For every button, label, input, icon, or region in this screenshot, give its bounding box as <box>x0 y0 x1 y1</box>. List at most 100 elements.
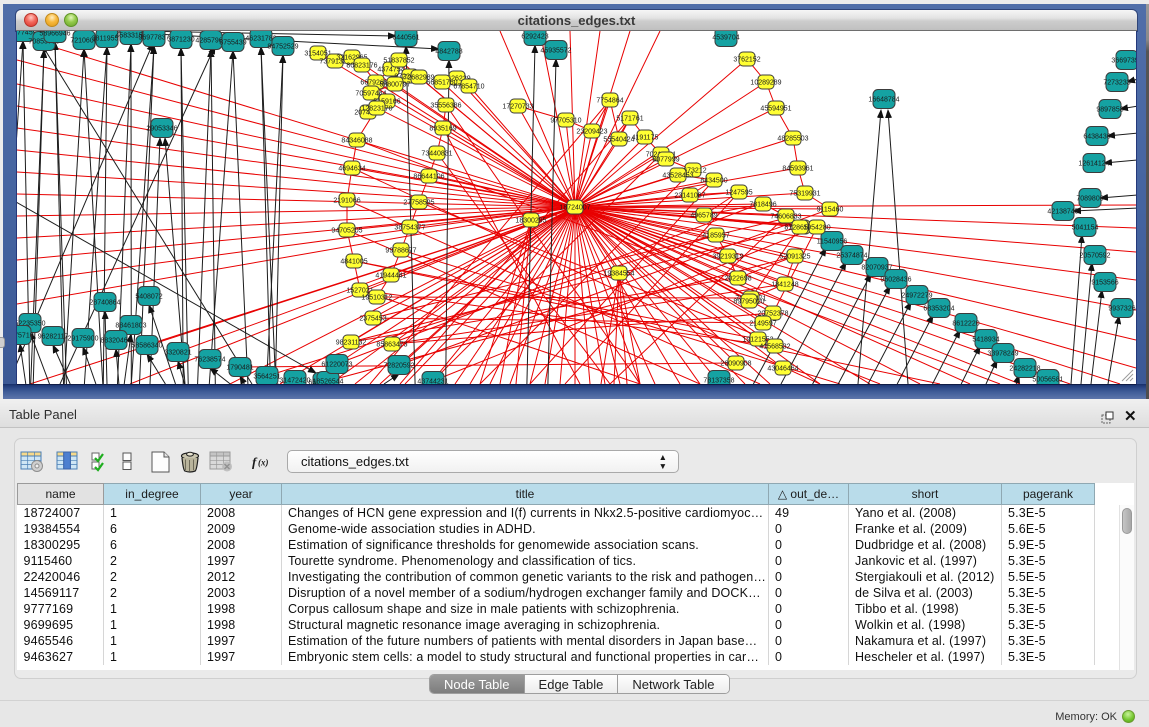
svg-text:74606833: 74606833 <box>770 214 801 221</box>
svg-text:43046464: 43046464 <box>767 366 798 373</box>
svg-text:85863473: 85863473 <box>376 342 407 349</box>
svg-text:29175900: 29175900 <box>67 336 98 343</box>
svg-text:68800797: 68800797 <box>379 82 410 89</box>
svg-text:23209423: 23209423 <box>576 129 607 136</box>
svg-text:23141087: 23141087 <box>674 193 705 200</box>
svg-text:43744231: 43744231 <box>417 379 448 385</box>
svg-text:45594951: 45594951 <box>760 106 791 113</box>
svg-text:31472420: 31472420 <box>279 378 310 385</box>
svg-text:4539704: 4539704 <box>712 35 739 42</box>
svg-text:98231132: 98231132 <box>336 340 367 347</box>
svg-text:8612220: 8612220 <box>952 321 979 328</box>
svg-text:8077999: 8077999 <box>652 157 679 164</box>
svg-text:96028436: 96028436 <box>880 277 911 284</box>
svg-text:16648784: 16648784 <box>868 97 899 104</box>
svg-text:86644106: 86644106 <box>413 174 444 181</box>
svg-text:41568532: 41568532 <box>759 344 790 351</box>
svg-text:84346088: 84346088 <box>341 138 372 145</box>
svg-text:7089806: 7089806 <box>1076 196 1103 203</box>
svg-text:2022698: 2022698 <box>724 276 751 283</box>
svg-text:19510312: 19510312 <box>361 295 392 302</box>
svg-text:89795010: 89795010 <box>733 299 764 306</box>
svg-text:18300295: 18300295 <box>515 218 546 225</box>
svg-text:7273233: 7273233 <box>1103 80 1130 87</box>
svg-text:96977837: 96977837 <box>138 35 169 42</box>
svg-text:12614124: 12614124 <box>1078 161 1109 168</box>
svg-text:45935572: 45935572 <box>540 48 571 55</box>
svg-text:41944441: 41944441 <box>375 273 406 280</box>
svg-text:8434500: 8434500 <box>700 178 727 185</box>
svg-text:3320821: 3320821 <box>164 350 191 357</box>
svg-text:12823170: 12823170 <box>361 106 392 113</box>
svg-text:4965789: 4965789 <box>690 213 717 220</box>
svg-text:58966946: 58966946 <box>39 31 70 38</box>
svg-text:18526544: 18526544 <box>312 379 343 385</box>
svg-text:99788677: 99788677 <box>385 248 416 255</box>
svg-text:1790481: 1790481 <box>226 365 253 372</box>
svg-text:50056581: 50056581 <box>1032 377 1063 384</box>
svg-text:9115460: 9115460 <box>817 207 844 214</box>
svg-text:97705310: 97705310 <box>550 118 581 125</box>
svg-text:3762152: 3762152 <box>733 57 760 64</box>
svg-text:19384554: 19384554 <box>603 271 634 278</box>
svg-text:3871230: 3871230 <box>167 37 194 44</box>
svg-text:78137358: 78137358 <box>703 378 734 385</box>
svg-text:3564251: 3564251 <box>253 374 280 381</box>
svg-text:6292423: 6292423 <box>521 34 548 41</box>
svg-text:35556386: 35556386 <box>430 103 461 110</box>
svg-text:94705205: 94705205 <box>331 228 362 235</box>
svg-text:55540424: 55540424 <box>603 137 634 144</box>
svg-text:10289289: 10289289 <box>750 80 781 87</box>
svg-text:51837852: 51837852 <box>383 58 414 65</box>
svg-text:4185957: 4185957 <box>702 233 729 240</box>
svg-text:39219319: 39219319 <box>712 254 743 261</box>
svg-text:8755439: 8755439 <box>219 40 246 47</box>
svg-text:68353204: 68353204 <box>923 306 954 313</box>
svg-text:24282218: 24282218 <box>1009 366 1040 373</box>
svg-text:72820592: 72820592 <box>383 363 414 370</box>
svg-text:38754377: 38754377 <box>394 225 425 232</box>
svg-text:28740864: 28740864 <box>89 300 120 307</box>
svg-text:5041154: 5041154 <box>1072 225 1099 232</box>
svg-text:4191175: 4191175 <box>632 135 659 142</box>
svg-text:61220073: 61220073 <box>321 362 352 369</box>
svg-text:6438436: 6438436 <box>1083 134 1110 141</box>
svg-text:7818496: 7818496 <box>749 202 776 209</box>
svg-text:29053346: 29053346 <box>146 126 177 133</box>
svg-text:25374874: 25374874 <box>836 253 867 260</box>
svg-text:96282117: 96282117 <box>38 334 69 341</box>
svg-text:1247595: 1247595 <box>725 190 752 197</box>
svg-text:76238574: 76238574 <box>194 357 225 364</box>
svg-text:2191066: 2191066 <box>333 198 360 205</box>
svg-text:4374754: 4374754 <box>377 67 404 74</box>
svg-text:88320463: 88320463 <box>100 338 131 345</box>
svg-text:42138745: 42138745 <box>1047 209 1078 216</box>
svg-text:6440561: 6440561 <box>392 35 419 42</box>
svg-text:9897858: 9897858 <box>1096 107 1123 114</box>
svg-text:4842788: 4842788 <box>435 49 462 56</box>
svg-text:5408072: 5408072 <box>135 294 162 301</box>
svg-text:33978249: 33978249 <box>987 351 1018 358</box>
svg-text:7754864: 7754864 <box>596 98 623 105</box>
svg-text:2149597: 2149597 <box>749 321 776 328</box>
svg-text:58586340: 58586340 <box>131 343 162 350</box>
svg-text:75319931: 75319931 <box>789 191 820 198</box>
svg-text:(x): (x) <box>258 458 269 468</box>
svg-text:5418934: 5418934 <box>972 337 999 344</box>
svg-text:2375453: 2375453 <box>359 316 386 323</box>
svg-text:52091325: 52091325 <box>779 254 810 261</box>
svg-text:84593961: 84593961 <box>782 166 813 173</box>
svg-text:11540956: 11540956 <box>817 239 848 246</box>
svg-text:8935169: 8935169 <box>429 126 456 133</box>
svg-text:26090908: 26090908 <box>720 361 751 368</box>
svg-text:5171761: 5171761 <box>616 116 643 123</box>
svg-text:18724007: 18724007 <box>559 205 590 212</box>
svg-text:48285503: 48285503 <box>777 136 808 143</box>
svg-text:20570592: 20570592 <box>1079 253 1110 260</box>
svg-text:80823176: 80823176 <box>346 63 377 70</box>
svg-text:88461803: 88461803 <box>115 323 146 330</box>
svg-text:84752529: 84752529 <box>267 44 298 51</box>
svg-text:36697396: 36697396 <box>1111 58 1136 65</box>
svg-text:4841005: 4841005 <box>340 259 367 266</box>
svg-text:43528453: 43528453 <box>662 173 693 180</box>
